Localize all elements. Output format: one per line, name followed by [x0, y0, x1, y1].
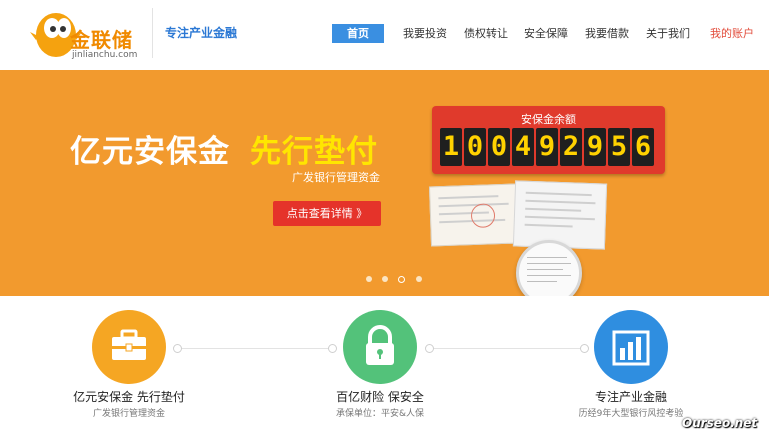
banner-subtitle: 广发银行管理资金: [292, 171, 380, 184]
feature-desc: 广发银行管理资金: [92, 409, 165, 419]
carousel-dot[interactable]: [366, 276, 372, 282]
nav-about[interactable]: 关于我们: [646, 24, 690, 43]
logo-text: 金联储: [70, 28, 133, 52]
watermark: Ourseo.net: [682, 416, 758, 430]
feature-title: 亿元安保金 先行垫付: [73, 390, 185, 404]
lock-icon: [366, 325, 394, 365]
certificate-document: [512, 180, 608, 250]
counter-digit: 5: [608, 128, 630, 166]
carousel-dot-active[interactable]: [398, 276, 405, 283]
features-section: 亿元安保金 先行垫付 广发银行管理资金 百亿财险 保安全 承保单位：平安&人保 …: [0, 296, 769, 431]
counter-digit: 4: [512, 128, 534, 166]
banner-title-main: 亿元安保金: [70, 134, 230, 170]
counter-digit: 9: [584, 128, 606, 166]
feature-icon-circle: [594, 310, 668, 384]
certificate-document: [428, 183, 520, 247]
view-details-button[interactable]: 点击查看详情 》: [273, 201, 381, 226]
bar-chart-icon: [612, 330, 650, 366]
site-slogan: 专注产业金融: [165, 26, 238, 40]
seal-stamp: [470, 203, 496, 229]
nav-invest[interactable]: 我要投资: [403, 24, 447, 43]
hero-banner[interactable]: 亿元安保金 先行垫付 广发银行管理资金 点击查看详情 》 安保金余额 1 0 0 …: [0, 70, 769, 296]
counter-label: 安保金余额: [521, 113, 576, 126]
banner-title: 亿元安保金 先行垫付: [70, 126, 378, 171]
nav-borrow[interactable]: 我要借款: [585, 24, 629, 43]
connector-dot: [580, 344, 589, 353]
connector-dot: [328, 344, 337, 353]
feature-desc: 承保单位：平安&人保: [335, 409, 425, 419]
carousel-dot[interactable]: [382, 276, 388, 282]
nav-security[interactable]: 安全保障: [524, 24, 568, 43]
nav-my-account[interactable]: 我的账户: [710, 24, 754, 43]
connector-dot: [425, 344, 434, 353]
counter-digit: 0: [464, 128, 486, 166]
feature-icon-circle: [343, 310, 417, 384]
site-header: 金联储 jinlianchu.com 专注产业金融 首页 我要投资 债权转让 安…: [0, 0, 769, 70]
counter-digit: 2: [560, 128, 582, 166]
counter-digit: 9: [536, 128, 558, 166]
nav-home[interactable]: 首页: [332, 24, 384, 43]
connector-line: [177, 348, 332, 349]
certificate-documents: [428, 180, 608, 252]
nav-debt-transfer[interactable]: 债权转让: [464, 24, 508, 43]
feature-icon-circle: [92, 310, 166, 384]
connector-line: [429, 348, 584, 349]
guarantee-balance-counter: 安保金余额 1 0 0 4 9 2 9 5 6: [432, 106, 665, 174]
counter-digit: 0: [488, 128, 510, 166]
briefcase-icon: [112, 329, 146, 360]
banner-title-highlight: 先行垫付: [250, 134, 378, 170]
logo-divider: [152, 8, 153, 58]
counter-digit: 1: [440, 128, 462, 166]
counter-digit: 6: [632, 128, 654, 166]
feature-title: 百亿财险 保安全: [336, 390, 424, 404]
logo-domain: jinlianchu.com: [72, 50, 138, 60]
feature-title: 专注产业金融: [594, 390, 667, 404]
carousel-dot[interactable]: [416, 276, 422, 282]
site-logo[interactable]: 金联储 jinlianchu.com: [26, 2, 146, 64]
connector-dot: [173, 344, 182, 353]
